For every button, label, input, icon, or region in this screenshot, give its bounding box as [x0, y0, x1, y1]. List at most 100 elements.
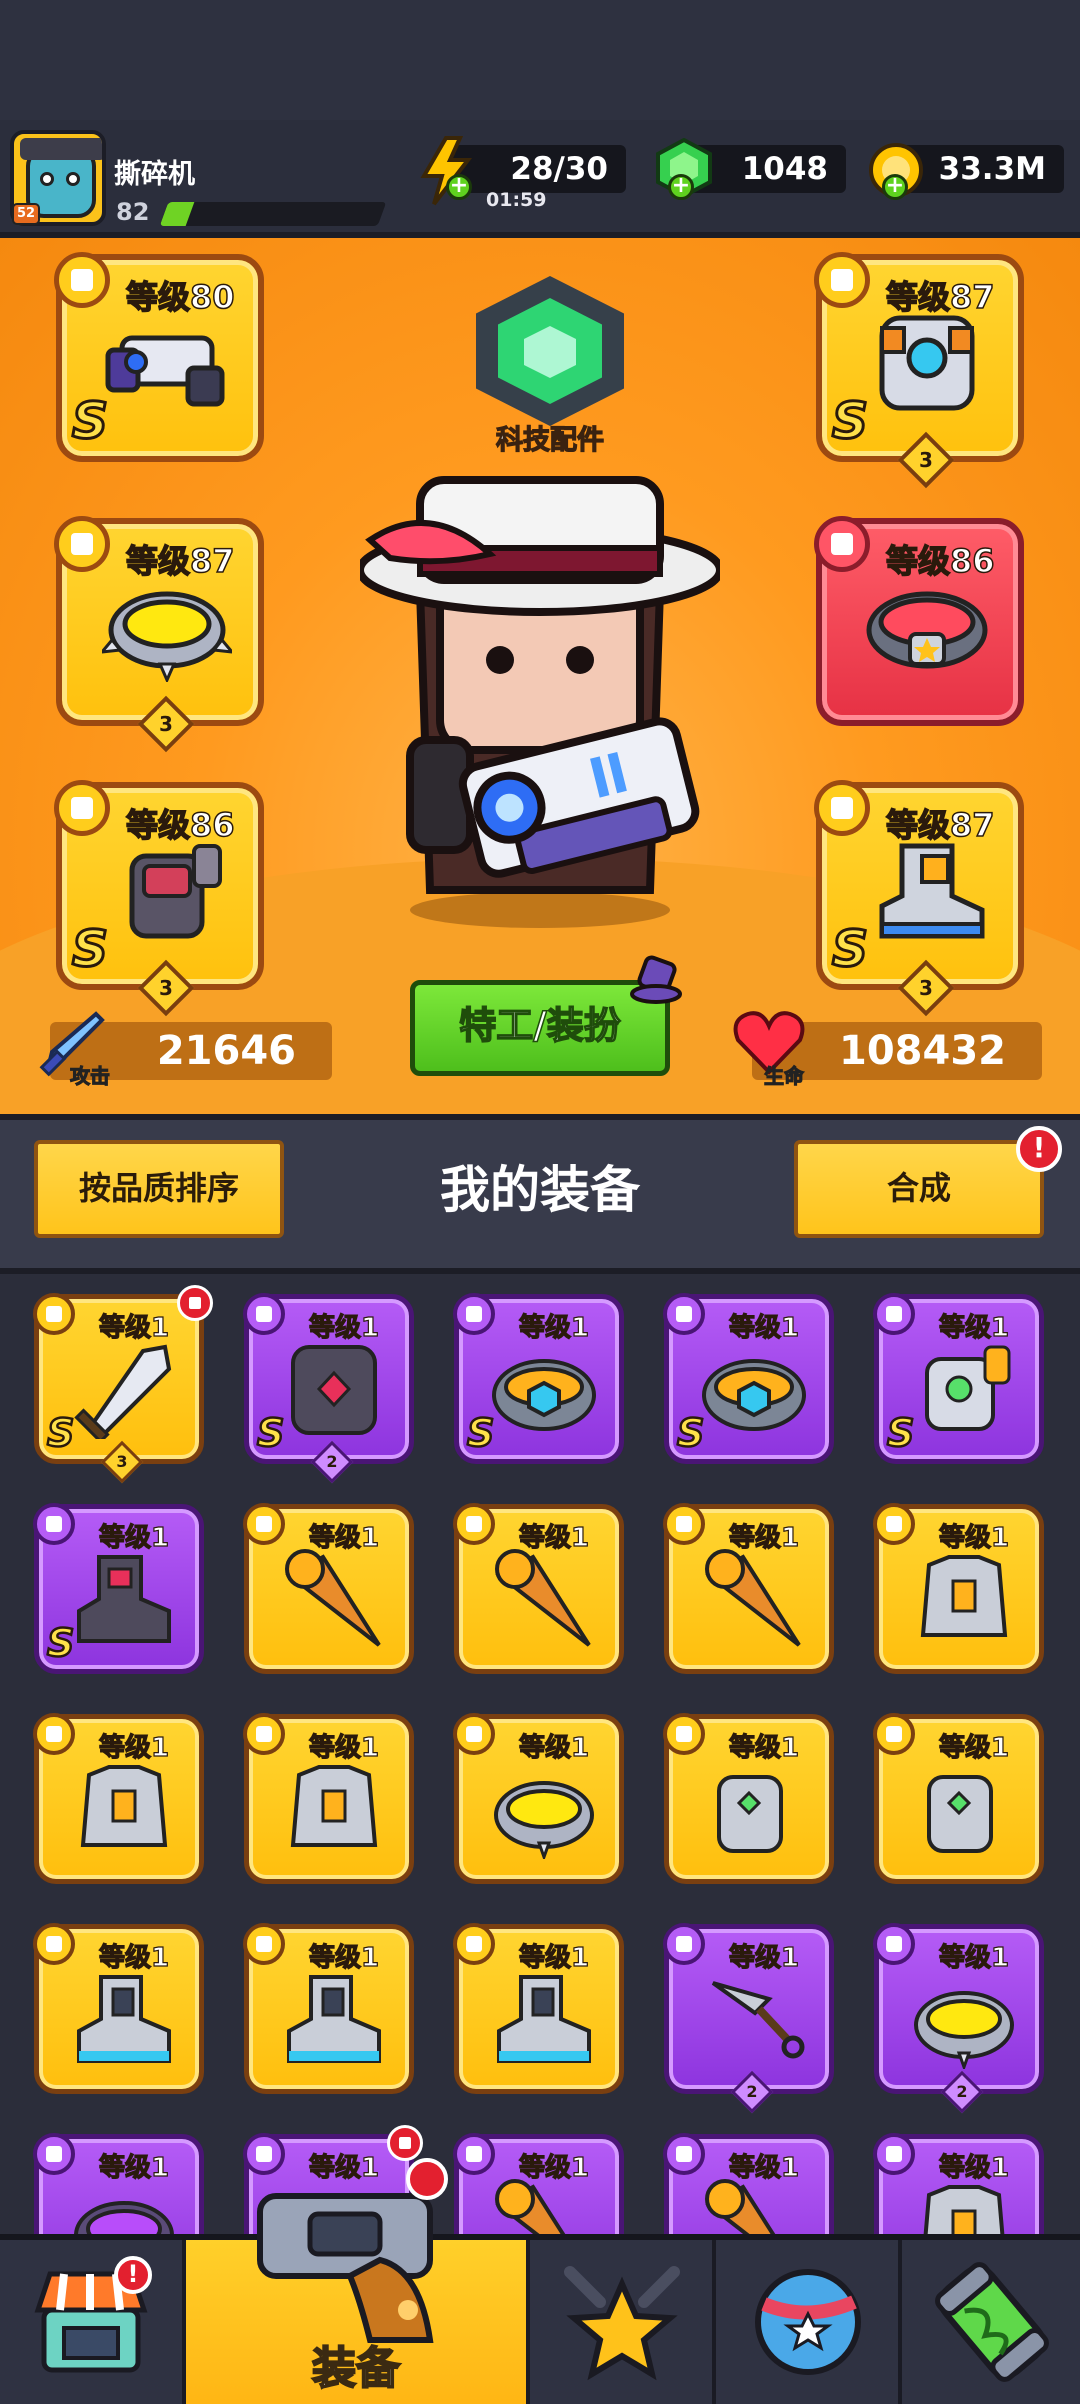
- equipment-card[interactable]: 等级1 S: [873, 1293, 1044, 1464]
- equipment-card[interactable]: 等级1: [453, 2133, 624, 2234]
- equipment-card[interactable]: 等级1: [663, 1713, 834, 1884]
- item-level: 等级1: [938, 1732, 1010, 1763]
- vest-icon: [80, 1765, 168, 1847]
- add-energy-button[interactable]: +: [446, 174, 472, 200]
- energy-timer: 01:59: [486, 189, 547, 211]
- glove-icon: [927, 1775, 993, 1853]
- item-level: 等级1: [518, 2152, 590, 2183]
- item-type-icon: [663, 1293, 705, 1335]
- nav-tab-shop[interactable]: !: [0, 2240, 182, 2404]
- equipment-card[interactable]: 等级1: [33, 1923, 204, 2094]
- equipment-card[interactable]: 等级1 S 2: [243, 1293, 414, 1484]
- equipment-card[interactable]: 等级1 2: [663, 1923, 834, 2114]
- item-level: 等级1: [728, 1942, 800, 1973]
- equipment-card[interactable]: 等级1 S: [453, 1293, 624, 1464]
- item-level: 等级1: [98, 2152, 170, 2183]
- boot-icon: [497, 1975, 591, 2063]
- equipment-card[interactable]: 等级1: [663, 2133, 834, 2234]
- equipment-card[interactable]: 等级1: [873, 1713, 1044, 1884]
- attack-value: 21646: [156, 1028, 296, 1074]
- equipment-card[interactable]: 等级1: [453, 1503, 624, 1674]
- energy-value: 28/30: [510, 151, 608, 187]
- drill-icon: [705, 2179, 776, 2234]
- equipment-card[interactable]: 等级1: [873, 2133, 1044, 2234]
- equipment-alert-dot: [406, 2158, 448, 2200]
- equipment-card[interactable]: 等级1 S 3: [33, 1285, 213, 1484]
- item-level: 等级1: [518, 1942, 590, 1973]
- gem-belt-icon: [492, 1359, 596, 1431]
- lightning-icon: [420, 136, 473, 206]
- equipment-card[interactable]: 等级1 S: [33, 1503, 204, 1674]
- equipment-card[interactable]: 等级1: [873, 1503, 1044, 1674]
- equipment-card[interactable]: 等级1 2: [873, 1923, 1044, 2114]
- xp-progress-bar: [159, 202, 387, 226]
- vest-icon: [920, 1555, 1008, 1637]
- merge-button[interactable]: 合成: [794, 1140, 1044, 1238]
- equipment-card[interactable]: 等级1 S: [663, 1293, 834, 1464]
- player-name: 撕碎机: [114, 159, 195, 190]
- equipment-card[interactable]: 等级1: [663, 1503, 834, 1674]
- item-type-icon: [873, 1293, 915, 1335]
- glove-icon: [717, 1775, 783, 1853]
- equipment-card[interactable]: 等级1: [243, 1923, 414, 2094]
- item-type-icon: [453, 1503, 495, 1545]
- star-badge: 2: [730, 2070, 774, 2114]
- sort-by-quality-button[interactable]: 按品质排序: [34, 1140, 284, 1238]
- item-type-icon: [453, 1713, 495, 1755]
- belt-type-icon: [814, 516, 870, 572]
- item-level: 等级1: [728, 1732, 800, 1763]
- blaster-gun-icon: [105, 335, 225, 407]
- equipment-card[interactable]: 等级1: [33, 1713, 204, 1884]
- new-item-badge: [177, 1285, 213, 1321]
- item-type-icon: [453, 2133, 495, 2175]
- item-rank: S: [46, 1620, 76, 1667]
- equipment-title: 我的装备: [440, 1161, 640, 1219]
- item-level: 等级1: [518, 1312, 590, 1343]
- equip-slot-weapon[interactable]: 等级80 S: [54, 252, 264, 462]
- item-type-icon: [33, 1293, 75, 1335]
- item-level: 等级1: [518, 1522, 590, 1553]
- slot-rank: S: [830, 391, 869, 452]
- item-type-icon: [873, 1923, 915, 1965]
- tech-accessory-label: 科技配件: [495, 424, 604, 456]
- star-badge: 2: [940, 2070, 984, 2114]
- coin-value: 33.3M: [938, 151, 1046, 187]
- nav-tab-world[interactable]: [716, 2240, 898, 2404]
- item-level: 等级1: [728, 1312, 800, 1343]
- hat-icon: [630, 955, 682, 1004]
- item-type-icon: [243, 2133, 285, 2175]
- item-type-icon: [873, 1503, 915, 1545]
- item-type-icon: [663, 1713, 705, 1755]
- equipment-grid: 等级1 S 3 等级1 S 2 等级1 S 等级1 S 等级1 S 等级1 S 等级1 等级1 等级1 等级1 等级…: [0, 1274, 1080, 2234]
- drill-icon: [495, 2179, 566, 2234]
- nav-tab-battle[interactable]: [530, 2240, 712, 2404]
- equip-slot-belt[interactable]: 等级86: [814, 516, 1024, 726]
- add-coins-button[interactable]: +: [882, 174, 908, 200]
- dna-capsule-icon: [935, 2262, 1049, 2382]
- equip-slot-gloves[interactable]: 等级86 S 3: [54, 780, 264, 1017]
- item-rank: S: [46, 1410, 76, 1457]
- equipment-card[interactable]: 等级1: [33, 2133, 204, 2234]
- equip-slot-armor[interactable]: 等级87 S 3: [814, 252, 1024, 489]
- equipment-card[interactable]: 等级1: [243, 1713, 414, 1884]
- item-rank: S: [466, 1410, 496, 1457]
- item-type-icon: [453, 1923, 495, 1965]
- drill-icon: [285, 1549, 381, 1647]
- dark-boot-icon: [77, 1555, 171, 1643]
- equip-slot-boots[interactable]: 等级87 S 3: [814, 780, 1024, 1017]
- equipment-card[interactable]: 等级1: [453, 1713, 624, 1884]
- star-badge: 3: [100, 1440, 144, 1484]
- tech-accessory-button[interactable]: [476, 276, 624, 426]
- sword-icon: [74, 1344, 172, 1439]
- equipment-card[interactable]: 等级1: [243, 1503, 414, 1674]
- item-type-icon: [453, 1293, 495, 1335]
- nav-tab-evolve[interactable]: [902, 2240, 1080, 2404]
- add-gems-button[interactable]: +: [668, 174, 694, 200]
- item-type-icon: [33, 1713, 75, 1755]
- equip-slot-necklace[interactable]: 等级87 3: [54, 516, 264, 753]
- revolver-icon: [257, 2193, 434, 2343]
- status-bar: [0, 0, 1080, 120]
- equipment-card[interactable]: 等级1: [453, 1923, 624, 2094]
- spiked-glove-icon: [129, 844, 222, 939]
- item-level: 等级1: [308, 2152, 380, 2183]
